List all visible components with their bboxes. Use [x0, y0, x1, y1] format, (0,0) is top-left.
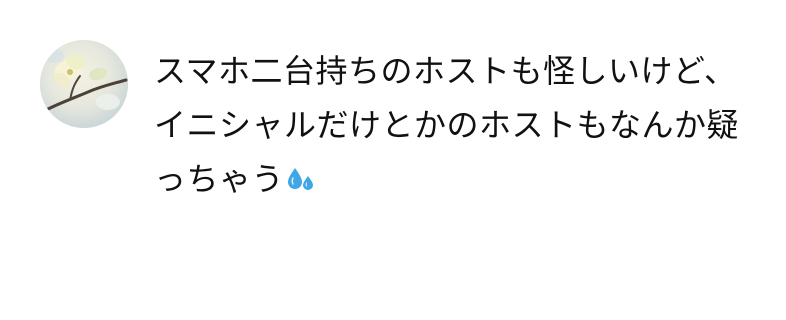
comment-line-2: イニシャルだけとかのホストもなんか疑 [154, 106, 740, 144]
comment-text: スマホ二台持ちのホストも怪しいけど、 イニシャルだけとかのホストもなんか疑 っち… [154, 44, 739, 210]
comment-line-3: っちゃう [154, 152, 739, 210]
comment-line-1: スマホ二台持ちのホストも怪しいけど、 [154, 52, 737, 90]
sweat-droplets-icon [286, 156, 316, 210]
comment-item: スマホ二台持ちのホストも怪しいけど、 イニシャルだけとかのホストもなんか疑 っち… [40, 40, 762, 210]
avatar[interactable] [40, 40, 128, 128]
comment-body: スマホ二台持ちのホストも怪しいけど、 イニシャルだけとかのホストもなんか疑 っち… [154, 40, 739, 210]
flower-photo-avatar [40, 40, 128, 128]
comment-line-3-text: っちゃう [154, 160, 285, 198]
